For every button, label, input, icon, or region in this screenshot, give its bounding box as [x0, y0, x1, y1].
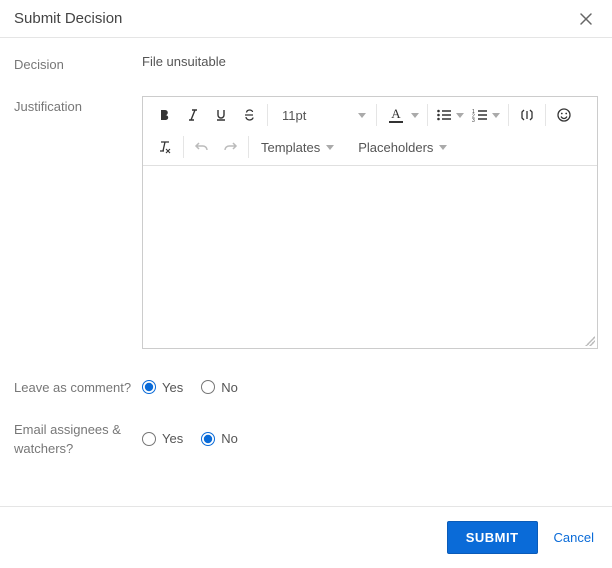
- bold-button[interactable]: [151, 101, 179, 129]
- close-button[interactable]: [578, 11, 594, 27]
- leave-comment-yes[interactable]: Yes: [142, 380, 183, 395]
- bullet-list-icon: [436, 108, 452, 122]
- toolbar-group-format: [147, 99, 267, 131]
- toolbar-group-fontsize: 11pt: [268, 99, 376, 131]
- numbered-list-select[interactable]: 123: [468, 101, 504, 129]
- toolbar-group-templates: Templates: [249, 131, 346, 163]
- toolbar-group-color: A: [377, 99, 427, 131]
- decision-value: File unsuitable: [142, 54, 598, 74]
- radio-input[interactable]: [201, 380, 215, 394]
- editor-toolbar: 11pt A: [143, 97, 597, 166]
- editor-resize-handle[interactable]: [143, 338, 597, 348]
- justification-textarea[interactable]: [143, 166, 597, 338]
- chevron-down-icon: [358, 113, 366, 118]
- rich-text-editor: 11pt A: [142, 96, 598, 349]
- text-color-icon: A: [387, 107, 405, 123]
- leave-comment-no[interactable]: No: [201, 380, 238, 395]
- code-icon: [519, 108, 535, 122]
- toolbar-group-clear: [147, 131, 183, 163]
- justification-row: Justification: [14, 96, 598, 349]
- email-radios: Yes No: [142, 419, 598, 457]
- placeholders-menu[interactable]: Placeholders: [350, 133, 455, 161]
- leave-comment-radios: Yes No: [142, 377, 598, 397]
- redo-icon: [222, 139, 238, 155]
- strikethrough-icon: [242, 108, 256, 122]
- email-yes[interactable]: Yes: [142, 431, 183, 446]
- radio-label: No: [221, 380, 238, 395]
- undo-icon: [194, 139, 210, 155]
- redo-button[interactable]: [216, 133, 244, 161]
- radio-label: No: [221, 431, 238, 446]
- font-size-select[interactable]: 11pt: [272, 101, 372, 129]
- submit-button[interactable]: SUBMIT: [447, 521, 538, 554]
- toolbar-group-code: [509, 99, 545, 131]
- decision-row: Decision File unsuitable: [14, 54, 598, 74]
- chevron-down-icon: [439, 145, 447, 150]
- chevron-down-icon: [492, 113, 500, 118]
- chevron-down-icon: [411, 113, 419, 118]
- italic-icon: [186, 108, 200, 122]
- toolbar-group-lists: 123: [428, 99, 508, 131]
- radio-label: Yes: [162, 431, 183, 446]
- emoji-button[interactable]: [550, 101, 578, 129]
- dialog-body: Decision File unsuitable Justification: [0, 38, 612, 506]
- templates-label: Templates: [261, 140, 320, 155]
- chevron-down-icon: [456, 113, 464, 118]
- undo-button[interactable]: [188, 133, 216, 161]
- cancel-button[interactable]: Cancel: [554, 530, 594, 545]
- code-block-button[interactable]: [513, 101, 541, 129]
- leave-comment-row: Leave as comment? Yes No: [14, 377, 598, 397]
- font-size-value: 11pt: [282, 108, 306, 123]
- dialog-footer: SUBMIT Cancel: [0, 506, 612, 568]
- italic-button[interactable]: [179, 101, 207, 129]
- emoji-icon: [556, 107, 572, 123]
- bold-icon: [158, 108, 172, 122]
- close-icon: [578, 11, 594, 27]
- radio-input[interactable]: [142, 432, 156, 446]
- radio-input[interactable]: [201, 432, 215, 446]
- underline-icon: [214, 108, 228, 122]
- justification-label: Justification: [14, 96, 142, 349]
- submit-decision-dialog: Submit Decision Decision File unsuitable…: [0, 0, 612, 568]
- strikethrough-button[interactable]: [235, 101, 263, 129]
- justification-editor-wrap: 11pt A: [142, 96, 598, 349]
- email-no[interactable]: No: [201, 431, 238, 446]
- toolbar-group-emoji: [546, 99, 582, 131]
- clear-format-button[interactable]: [151, 133, 179, 161]
- email-label: Email assignees & watchers?: [14, 419, 142, 457]
- templates-menu[interactable]: Templates: [253, 133, 342, 161]
- decision-label: Decision: [14, 54, 142, 74]
- chevron-down-icon: [326, 145, 334, 150]
- text-color-select[interactable]: A: [381, 101, 423, 129]
- toolbar-group-history: [184, 131, 248, 163]
- radio-label: Yes: [162, 380, 183, 395]
- email-row: Email assignees & watchers? Yes No: [14, 419, 598, 457]
- radio-input[interactable]: [142, 380, 156, 394]
- toolbar-group-placeholders: Placeholders: [346, 131, 459, 163]
- clear-format-icon: [157, 139, 173, 155]
- bullet-list-select[interactable]: [432, 101, 468, 129]
- placeholders-label: Placeholders: [358, 140, 433, 155]
- svg-text:3: 3: [472, 118, 475, 122]
- underline-button[interactable]: [207, 101, 235, 129]
- dialog-header: Submit Decision: [0, 0, 612, 38]
- numbered-list-icon: 123: [472, 108, 488, 122]
- dialog-title: Submit Decision: [14, 10, 122, 27]
- leave-comment-label: Leave as comment?: [14, 377, 142, 397]
